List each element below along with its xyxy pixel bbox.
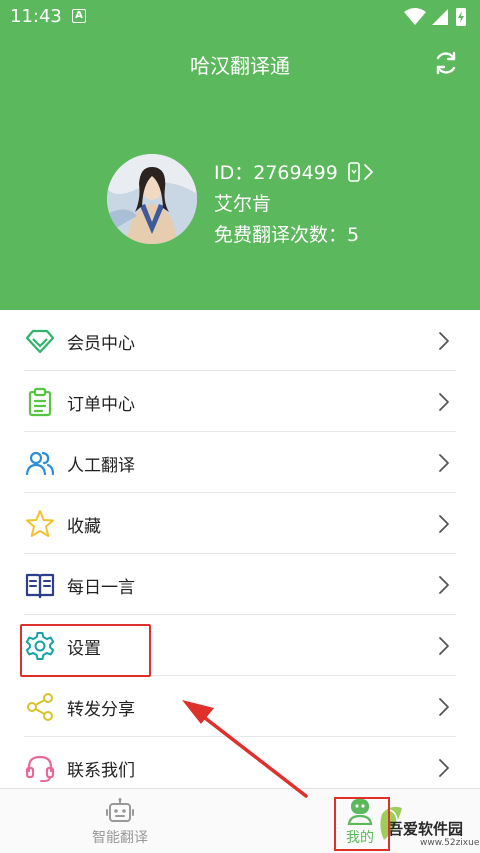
- annotation-arrow: [182, 700, 308, 798]
